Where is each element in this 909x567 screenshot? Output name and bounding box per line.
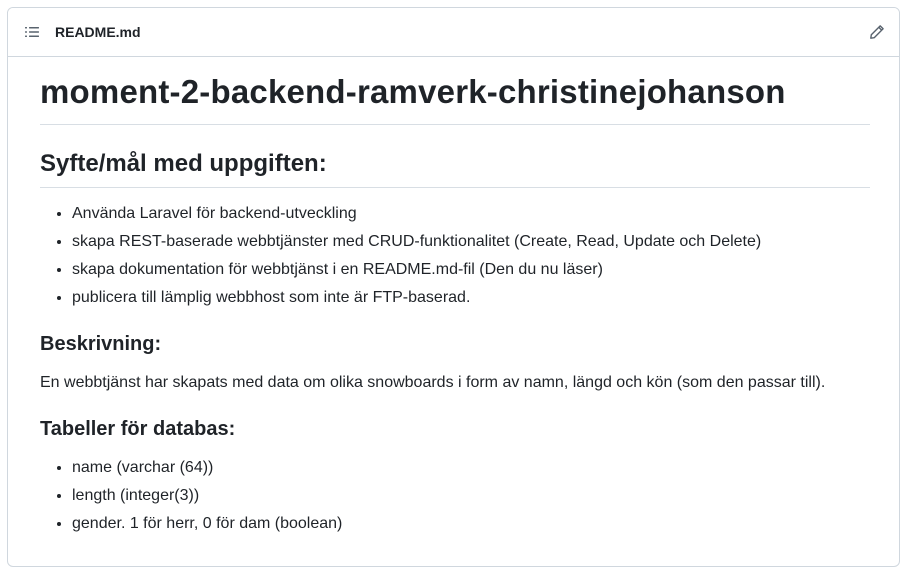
readme-title: moment-2-backend-ramverk-christinejohans… — [40, 71, 870, 126]
pencil-icon[interactable] — [867, 22, 887, 42]
list-item: name (varchar (64)) — [72, 456, 870, 480]
list-item: publicera till lämplig webbhost som inte… — [72, 286, 870, 310]
list-item: skapa dokumentation för webbtjänst i en … — [72, 258, 870, 282]
tables-list: name (varchar (64)) length (integer(3)) … — [40, 456, 870, 536]
list-item: length (integer(3)) — [72, 484, 870, 508]
list-item: skapa REST-baserade webbtjänster med CRU… — [72, 230, 870, 254]
readme-header: README.md — [8, 8, 899, 57]
description-text: En webbtjänst har skapats med data om ol… — [40, 374, 826, 392]
description-heading: Beskrivning: — [40, 333, 162, 356]
tables-heading: Tabeller för databas: — [40, 418, 236, 441]
file-name: README.md — [55, 24, 141, 40]
list-item: gender. 1 för herr, 0 för dam (boolean) — [72, 512, 870, 536]
purpose-heading: Syfte/mål med uppgiften: — [40, 149, 870, 189]
list-unordered-icon[interactable] — [22, 22, 42, 42]
markdown-body: moment-2-backend-ramverk-christinejohans… — [40, 71, 870, 540]
purpose-list: Använda Laravel för backend-utveckling s… — [40, 202, 870, 310]
list-item: Använda Laravel för backend-utveckling — [72, 202, 870, 226]
readme-panel: README.md moment-2-backend-ramverk-chris… — [7, 7, 900, 567]
